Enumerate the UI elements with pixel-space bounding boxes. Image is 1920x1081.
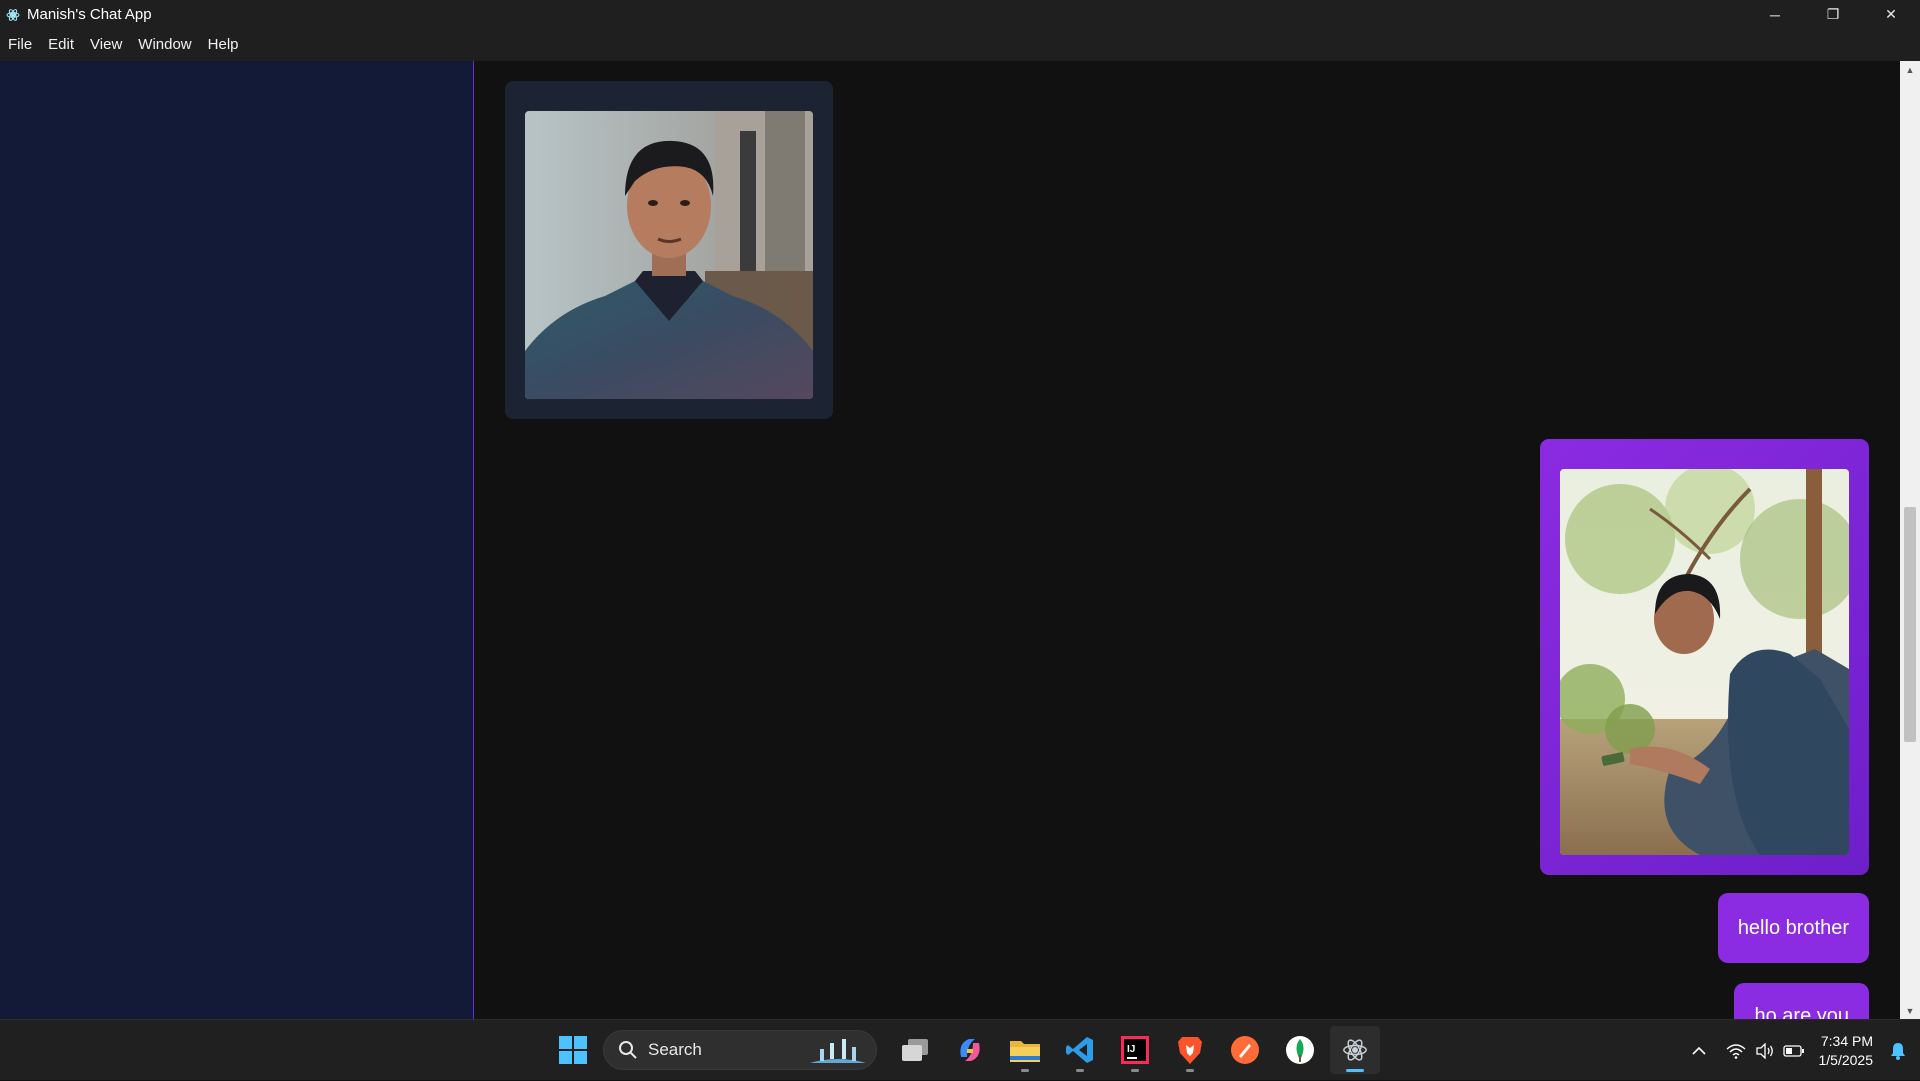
svg-text:IJ: IJ [1127, 1044, 1135, 1055]
postman-icon [1230, 1035, 1260, 1065]
clock[interactable]: 7:34 PM 1/5/2025 [1819, 1032, 1874, 1070]
chat-scrollbar[interactable]: ▲ ▼ [1900, 61, 1920, 1019]
scroll-thumb[interactable] [1904, 507, 1916, 742]
search-icon [618, 1040, 638, 1060]
sidebar [0, 61, 474, 1019]
outgoing-text-message[interactable]: ho are you [1734, 983, 1869, 1019]
mongodb-button[interactable] [1275, 1026, 1325, 1074]
chat-area: hello brother ho are you [475, 61, 1900, 1019]
portrait-photo[interactable] [525, 111, 813, 399]
running-indicator [1021, 1069, 1029, 1072]
wifi-icon[interactable] [1722, 1036, 1751, 1066]
menu-bar: File Edit View Window Help [0, 29, 1920, 61]
brave-icon [1176, 1035, 1204, 1065]
taskbar: Search IJ [0, 1019, 1920, 1080]
postman-button[interactable] [1220, 1026, 1270, 1074]
notification-bell-icon[interactable] [1883, 1036, 1912, 1066]
task-view-icon [900, 1037, 930, 1063]
incoming-image-message[interactable] [505, 81, 833, 419]
battery-icon[interactable] [1780, 1036, 1809, 1066]
minimize-button[interactable]: ─ [1746, 0, 1804, 29]
copilot-icon [955, 1035, 985, 1065]
window-title: Manish's Chat App [27, 6, 152, 23]
taskbar-apps: Search IJ [548, 1026, 1385, 1074]
mongodb-icon [1285, 1035, 1315, 1065]
vscode-button[interactable] [1055, 1026, 1105, 1074]
outgoing-text-message[interactable]: hello brother [1718, 893, 1869, 963]
copilot-button[interactable] [945, 1026, 995, 1074]
start-icon [558, 1035, 588, 1065]
outdoor-photo[interactable] [1560, 469, 1849, 855]
show-hidden-icons-icon[interactable] [1685, 1036, 1714, 1066]
menu-file[interactable]: File [0, 29, 40, 61]
outgoing-image-message[interactable] [1540, 439, 1869, 875]
scroll-down-icon[interactable]: ▼ [1900, 1002, 1920, 1019]
search-highlight-icon [808, 1037, 868, 1065]
clock-time: 7:34 PM [1819, 1032, 1874, 1051]
running-indicator [1186, 1069, 1194, 1072]
vscode-icon [1065, 1035, 1095, 1065]
clock-date: 1/5/2025 [1819, 1051, 1874, 1070]
window-controls: ─ ❐ ✕ [1746, 0, 1920, 29]
intellij-button[interactable]: IJ [1110, 1026, 1160, 1074]
electron-app-button[interactable] [1330, 1026, 1380, 1074]
file-explorer-icon [1009, 1036, 1041, 1064]
active-indicator [1346, 1069, 1364, 1072]
menu-edit[interactable]: Edit [40, 29, 82, 61]
electron-app-icon [1342, 1037, 1368, 1063]
menu-view[interactable]: View [82, 29, 130, 61]
scroll-up-icon[interactable]: ▲ [1900, 61, 1920, 78]
task-view-button[interactable] [890, 1026, 940, 1074]
intellij-icon: IJ [1121, 1036, 1149, 1064]
brave-button[interactable] [1165, 1026, 1215, 1074]
close-button[interactable]: ✕ [1862, 0, 1920, 29]
menu-help[interactable]: Help [200, 29, 247, 61]
menu-window[interactable]: Window [130, 29, 199, 61]
restore-button[interactable]: ❐ [1804, 0, 1862, 29]
title-bar: Manish's Chat App ─ ❐ ✕ [0, 0, 1920, 29]
taskbar-search[interactable]: Search [603, 1030, 877, 1070]
running-indicator [1076, 1069, 1084, 1072]
start-button[interactable] [548, 1026, 598, 1074]
search-label: Search [648, 1040, 702, 1060]
electron-app-icon [5, 7, 21, 23]
file-explorer-button[interactable] [1000, 1026, 1050, 1074]
system-tray: 7:34 PM 1/5/2025 [1685, 1020, 1920, 1081]
volume-icon[interactable] [1751, 1036, 1780, 1066]
running-indicator [1131, 1069, 1139, 1072]
